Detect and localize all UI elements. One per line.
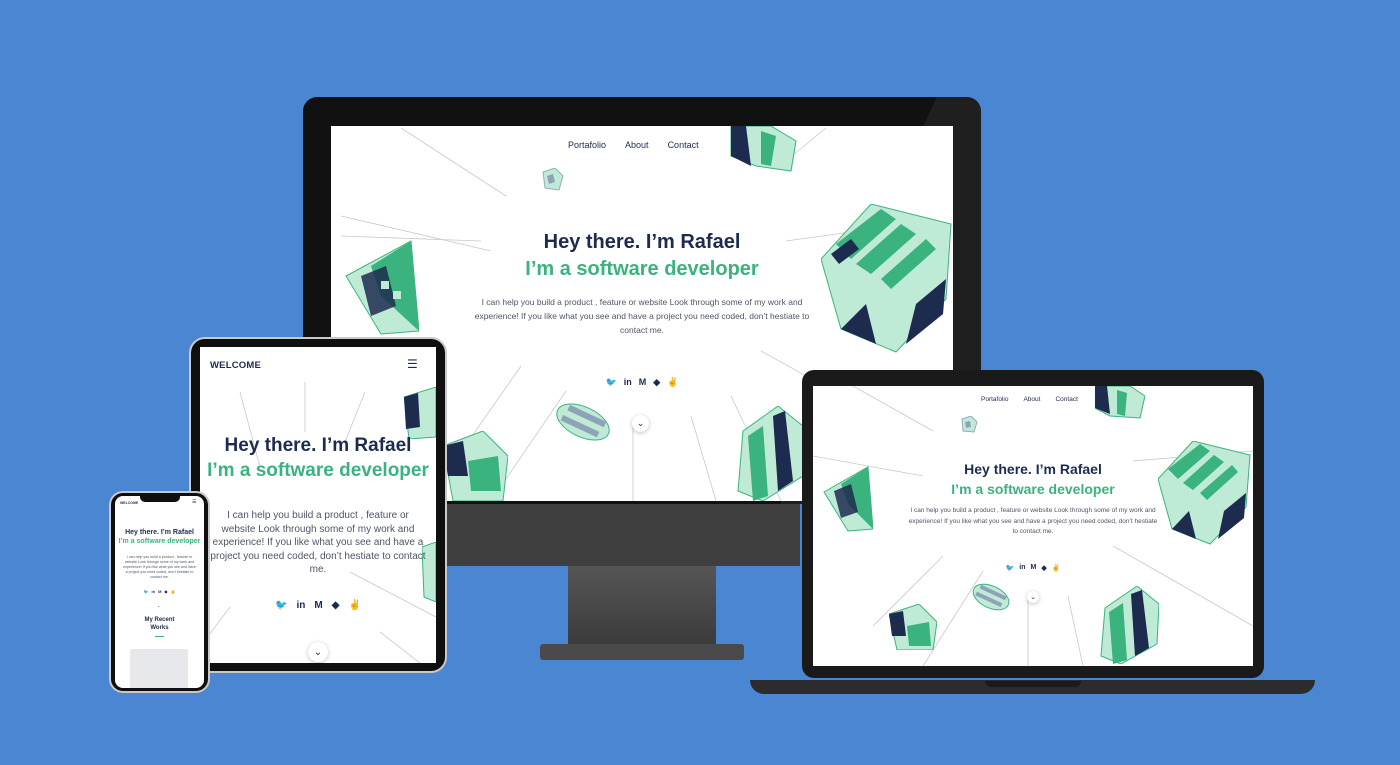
linkedin-icon[interactable]: in (1019, 564, 1025, 572)
brand-logo[interactable]: WELCOME (210, 360, 261, 371)
monitor-stand-base (540, 644, 744, 660)
hero-subtitle: I’m a software developer (951, 481, 1115, 497)
hero-title: Hey there. I’m Rafael (543, 231, 741, 253)
scroll-down-button[interactable]: ⌄ (1027, 591, 1039, 603)
striped-cylinder-decoration (737, 406, 803, 501)
hero-description: I can help you build a product , feature… (123, 555, 196, 579)
menu-icon[interactable]: ☰ (407, 357, 418, 371)
github-icon[interactable]: ◆ (164, 589, 167, 594)
scroll-down-button[interactable]: ⌄ (308, 642, 328, 662)
angellist-icon[interactable]: ✌ (170, 589, 175, 594)
cylinder-decoration (556, 403, 610, 441)
chevron-down-icon: ⌄ (313, 646, 323, 658)
nav-link-portafolio[interactable]: Portafolio (568, 140, 606, 150)
cube-bottom-left-decoration (889, 604, 937, 650)
hero-title: Hey there. I’m Rafael (964, 461, 1102, 477)
social-links: 🐦 in M ◆ ✌ (813, 564, 1253, 572)
phone-notch (140, 496, 180, 502)
main-nav: Portafolio About Contact (568, 140, 699, 150)
hero-description: I can help you build a product , feature… (210, 510, 426, 575)
small-cube-decoration (542, 168, 564, 191)
github-icon[interactable]: ◆ (332, 600, 340, 611)
small-cube-decoration (961, 416, 978, 433)
section-underline (155, 636, 164, 637)
hero-description: I can help you build a product , feature… (908, 507, 1158, 535)
twitter-icon[interactable]: 🐦 (606, 377, 617, 388)
monitor-chin (446, 504, 800, 566)
tablet-screen: WELCOME ☰ Hey there. I’m Rafael I’m a so… (200, 347, 436, 663)
medium-icon[interactable]: M (1031, 564, 1037, 572)
monitor-stand-neck (568, 566, 716, 648)
main-nav: Portafolio About Contact (981, 396, 1078, 403)
chevron-down-icon[interactable]: ⌄ (157, 603, 160, 608)
nav-link-contact[interactable]: Contact (1055, 396, 1077, 403)
social-links: 🐦 in M ◆ ✌ (115, 589, 204, 594)
twitter-icon[interactable]: 🐦 (275, 600, 287, 611)
laptop-screen: Portafolio About Contact Hey there. I’m … (813, 386, 1253, 666)
hero-subtitle: I’m a software developer (118, 538, 201, 545)
hero-title: Hey there. I’m Rafael (224, 435, 412, 456)
angellist-icon[interactable]: ✌ (667, 377, 678, 388)
nav-link-about[interactable]: About (625, 140, 649, 150)
twitter-icon[interactable]: 🐦 (1006, 564, 1015, 572)
hero-description: I can help you build a product , feature… (474, 297, 810, 335)
github-icon[interactable]: ◆ (1041, 564, 1046, 572)
section-title: My Recent Works (144, 617, 175, 631)
laptop-hinge (985, 681, 1081, 687)
nav-link-contact[interactable]: Contact (668, 140, 699, 150)
nav-link-portafolio[interactable]: Portafolio (981, 396, 1008, 403)
hero-subtitle: I’m a software developer (207, 460, 429, 481)
hero-title: Hey there. I’m Rafael (125, 529, 194, 536)
hero-subtitle: I’m a software developer (525, 258, 759, 280)
angellist-icon[interactable]: ✌ (1052, 564, 1061, 572)
brand-logo[interactable]: WELCOME (120, 501, 138, 505)
linkedin-icon[interactable]: in (624, 377, 632, 388)
cube-decoration (404, 387, 436, 439)
menu-icon[interactable]: ☰ (192, 499, 196, 505)
cube-decoration (730, 126, 797, 172)
linkedin-icon[interactable]: in (297, 600, 306, 611)
chevron-down-icon: ⌄ (1030, 594, 1036, 601)
cube-decoration (1095, 386, 1145, 419)
cylinder-decoration (972, 583, 1010, 611)
medium-icon[interactable]: M (314, 600, 322, 611)
twitter-icon[interactable]: 🐦 (144, 589, 149, 594)
medium-icon[interactable]: M (639, 377, 647, 388)
background-lines (200, 382, 436, 663)
chevron-down-icon: ⌄ (636, 418, 645, 428)
github-icon[interactable]: ◆ (653, 377, 660, 388)
social-links: 🐦 in M ◆ ✌ (200, 600, 436, 611)
nav-link-about[interactable]: About (1023, 396, 1040, 403)
cube-bottom-left-decoration (443, 431, 508, 501)
striped-cylinder-decoration (1100, 586, 1159, 664)
medium-icon[interactable]: M (158, 589, 161, 594)
scroll-down-button[interactable]: ⌄ (632, 415, 649, 432)
work-card[interactable] (130, 649, 188, 688)
linkedin-icon[interactable]: in (152, 589, 156, 594)
phone-screen: WELCOME ☰ Hey there. I’m Rafael I’m a so… (115, 496, 204, 688)
angellist-icon[interactable]: ✌ (348, 600, 360, 611)
